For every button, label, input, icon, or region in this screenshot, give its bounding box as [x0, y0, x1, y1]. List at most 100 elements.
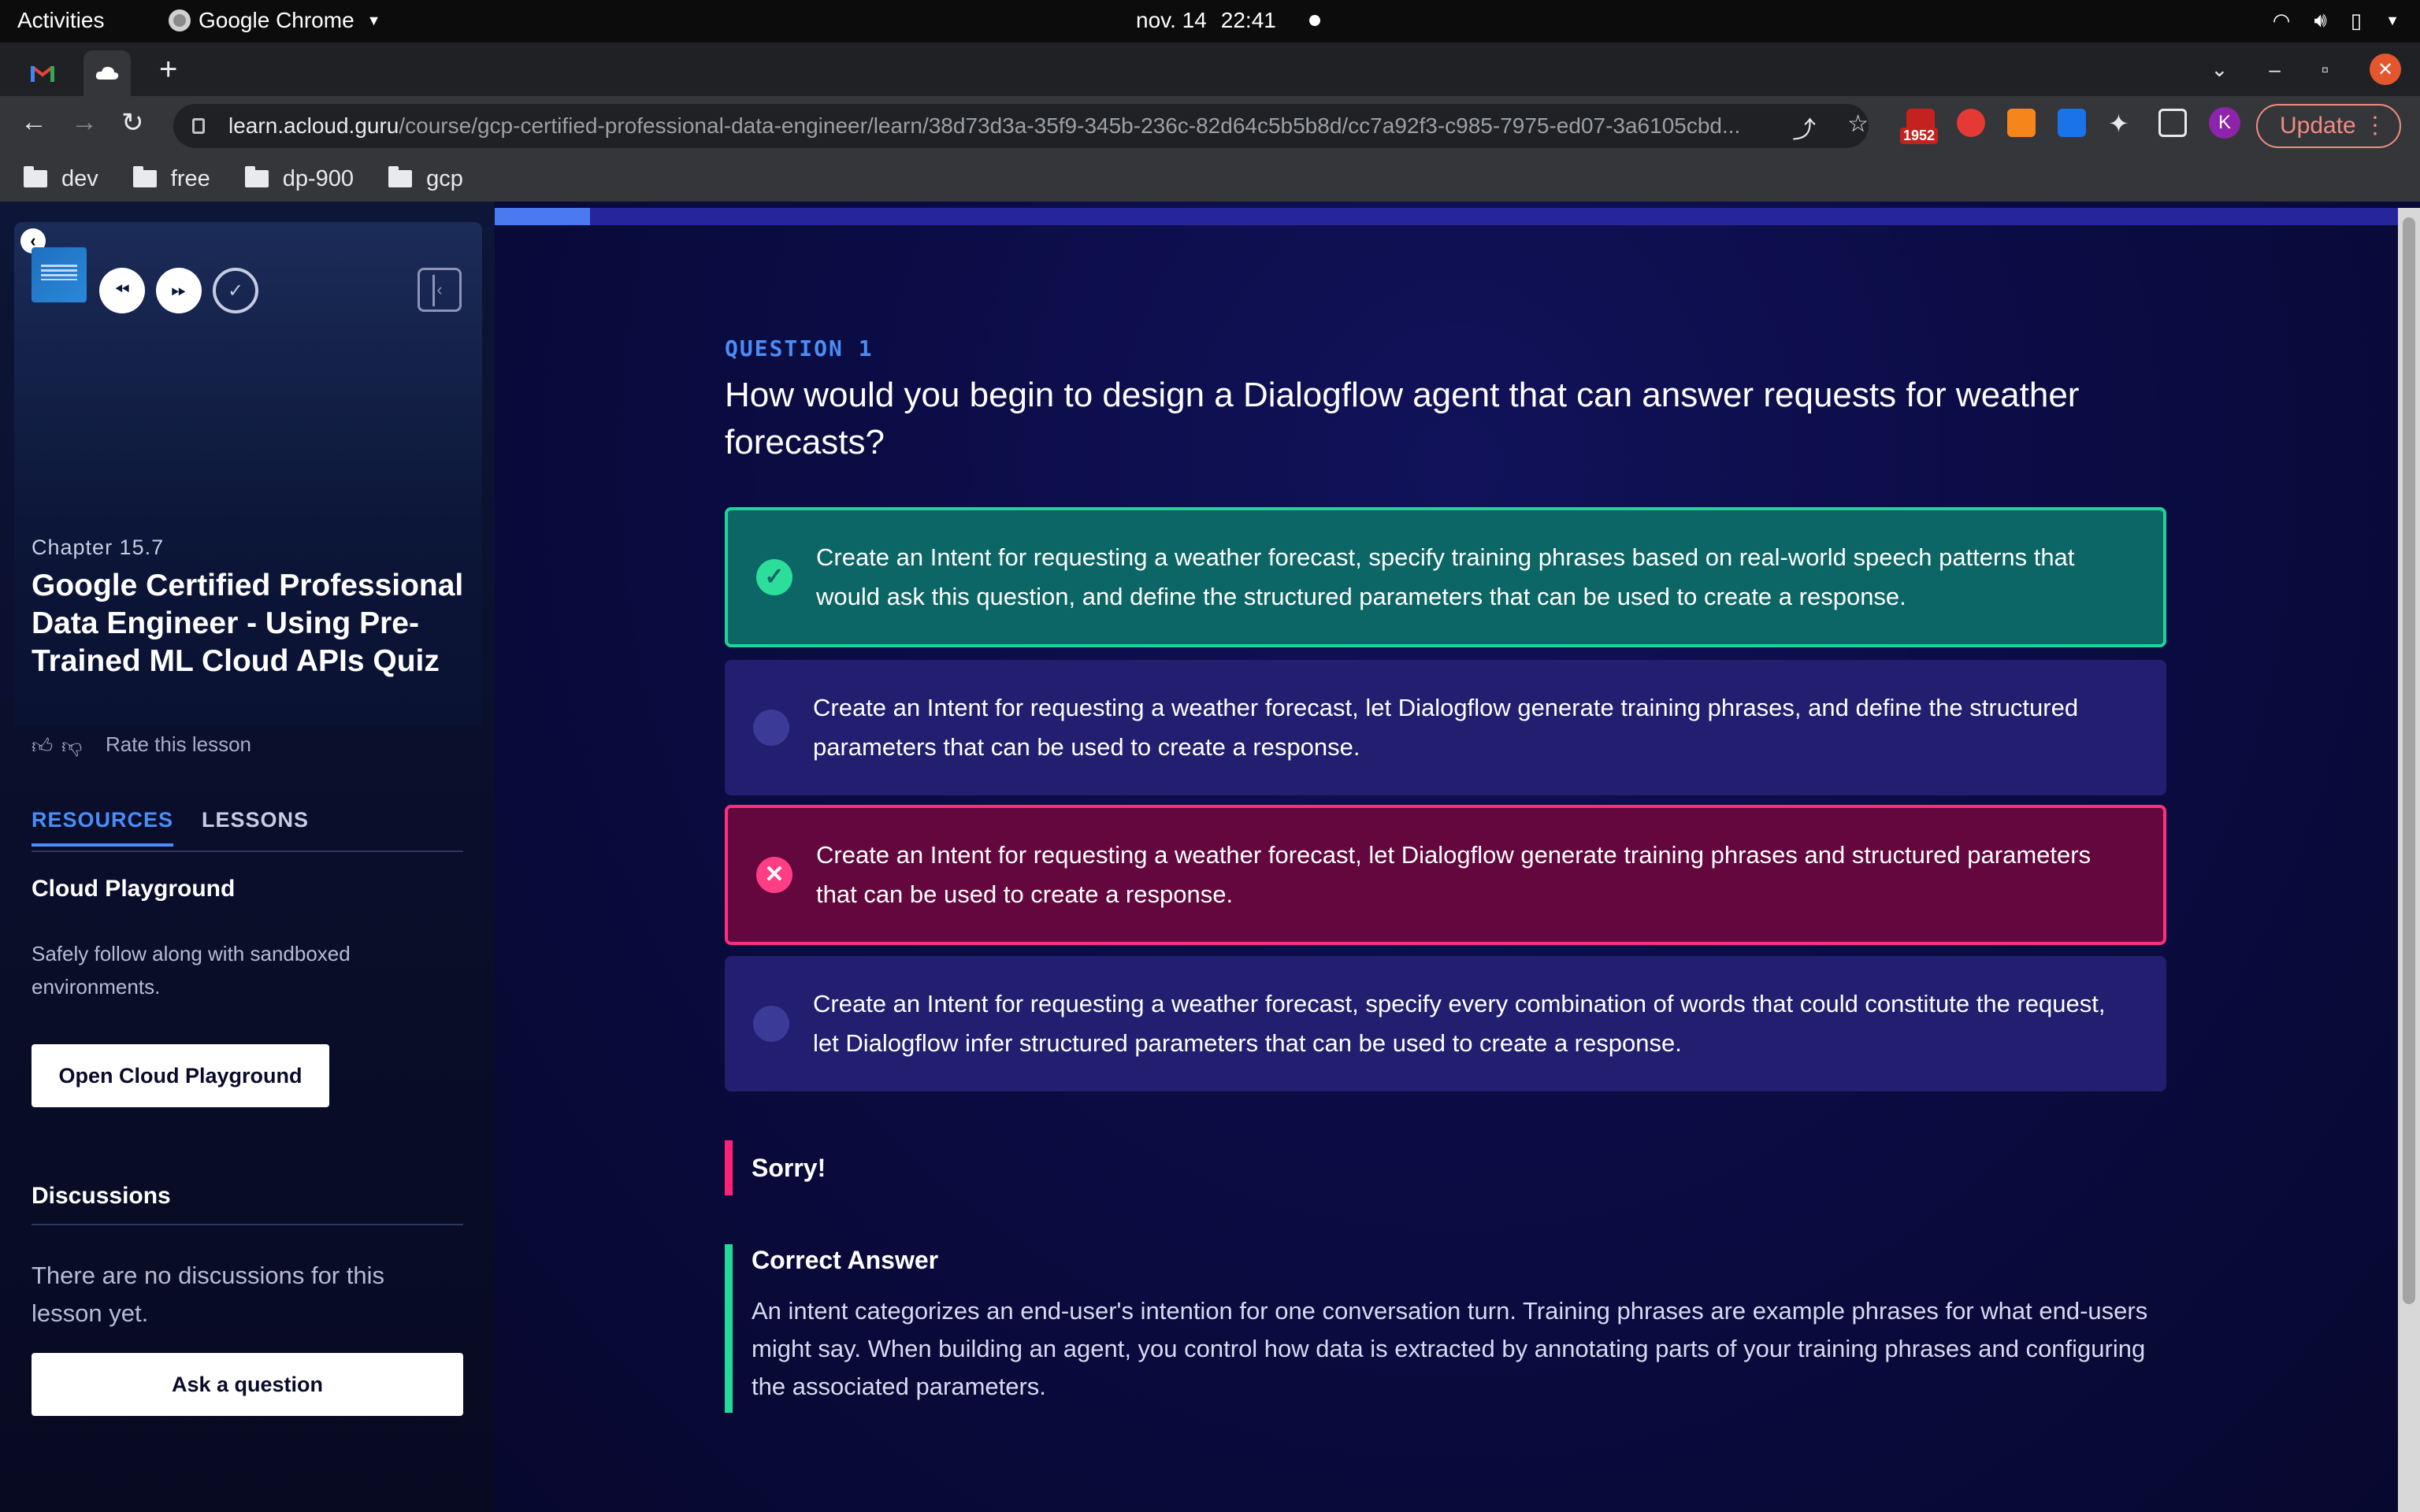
answer-option[interactable]: Create an Intent for requesting a weathe…: [725, 956, 2166, 1091]
cross-icon: ✕: [756, 857, 792, 893]
update-button[interactable]: Update ⋮: [2256, 104, 2401, 148]
activities-button[interactable]: Activities: [17, 8, 104, 33]
rate-lesson: 👍︎ 👎︎ Rate this lesson: [32, 732, 251, 758]
next-lesson-button[interactable]: ⏩︎: [156, 268, 202, 313]
answer-option-correct[interactable]: ✓ Create an Intent for requesting a weat…: [725, 507, 2166, 647]
lesson-sidebar: ‹ ⏪︎ ⏩︎ ✓ ‹ Chapter 15.7 Google Certifie…: [0, 202, 495, 1512]
clock-time: 22:41: [1220, 8, 1276, 32]
update-label: Update: [2280, 113, 2356, 139]
question-number: QUESTION 1: [725, 335, 874, 361]
restore-icon[interactable]: ▫: [2322, 57, 2329, 82]
lock-icon: [192, 118, 205, 134]
tab-resources[interactable]: RESOURCES: [32, 808, 174, 847]
puzzle-icon[interactable]: ✦: [2108, 109, 2136, 138]
gmail-checker-extension-icon[interactable]: 1952: [1900, 109, 1939, 144]
reload-icon[interactable]: ↻: [121, 107, 144, 139]
thumbs-down-icon[interactable]: 👎︎: [61, 734, 84, 758]
back-arrow-icon[interactable]: ←: [20, 107, 47, 138]
metamask-icon[interactable]: [2007, 109, 2036, 137]
gmail-icon: [31, 65, 54, 82]
answer-option[interactable]: Create an Intent for requesting a weathe…: [725, 660, 2166, 795]
system-top-bar: Activities Google Chrome ▼ nov. 14 22:41…: [0, 0, 2420, 43]
page-content: ‹ ⏪︎ ⏩︎ ✓ ‹ Chapter 15.7 Google Certifie…: [0, 202, 2420, 1512]
forward-arrow-icon[interactable]: →: [71, 107, 98, 138]
quiz-main: QUESTION 1 How would you begin to design…: [495, 202, 2420, 1512]
answer-text: Create an Intent for requesting a weathe…: [816, 841, 2092, 908]
result-message: Sorry!: [725, 1140, 826, 1195]
correct-answer-text: An intent categorizes an end-user's inte…: [752, 1297, 2148, 1400]
bookmark-folder-dp-900[interactable]: dp-900: [244, 165, 354, 192]
question-text: How would you begin to design a Dialogfl…: [725, 376, 2080, 461]
caret-down-icon: ▼: [2385, 12, 2400, 28]
bookmark-label: dp-900: [282, 165, 354, 191]
tab-search-icon[interactable]: ⌄: [2211, 57, 2229, 82]
cloud-playground-description: Safely follow along with sandboxed envir…: [32, 942, 351, 999]
close-window-button[interactable]: ✕: [2370, 54, 2401, 85]
side-panel-icon[interactable]: [2158, 109, 2187, 137]
lesson-title: Google Certified Professional Data Engin…: [32, 569, 464, 678]
clock[interactable]: nov. 14 22:41: [1136, 8, 1320, 33]
mark-complete-check-icon[interactable]: ✓: [213, 268, 258, 313]
sidebar-tabs: RESOURCES LESSONS: [32, 808, 463, 852]
extension-icon[interactable]: [2058, 109, 2086, 137]
bookmark-star-icon[interactable]: ☆: [1847, 110, 1869, 145]
cloud-playground-title: Cloud Playground: [32, 876, 236, 902]
tab-acloud-guru[interactable]: [84, 50, 131, 96]
quiz-progress-fill: [495, 208, 590, 225]
notification-dot-icon: [1308, 15, 1320, 26]
quiz-progress-bar: [495, 208, 2398, 225]
system-tray[interactable]: ◠ 🔊︎ ▯ ▼: [2273, 8, 2400, 33]
app-menu[interactable]: Google Chrome ▼: [169, 8, 380, 33]
menu-dots-icon: ⋮: [2363, 113, 2387, 139]
ask-question-button[interactable]: Ask a question: [32, 1353, 463, 1416]
correct-answer-explanation: Correct Answer An intent categorizes an …: [725, 1244, 2166, 1413]
scrollbar-thumb[interactable]: [2403, 217, 2415, 1304]
bookmark-folder-dev[interactable]: dev: [24, 166, 98, 192]
url-path: /course/gcp-certified-professional-data-…: [399, 113, 1741, 138]
tab-gmail[interactable]: [20, 50, 65, 96]
check-icon: ✓: [756, 559, 792, 595]
wifi-icon: ◠: [2272, 8, 2291, 32]
rate-lesson-label: Rate this lesson: [106, 732, 251, 756]
tab-lessons[interactable]: LESSONS: [202, 808, 309, 832]
bookmark-label: free: [170, 165, 210, 191]
chrome-icon: [169, 9, 191, 32]
extension-badge: 1952: [1900, 128, 1939, 144]
page-scrollbar[interactable]: [2398, 208, 2420, 1512]
radio-icon: [753, 710, 789, 746]
course-thumbnail: [32, 247, 87, 302]
answer-option-incorrect[interactable]: ✕ Create an Intent for requesting a weat…: [725, 805, 2166, 945]
clock-date: nov. 14: [1136, 8, 1207, 32]
previous-lesson-button[interactable]: ⏪︎: [99, 268, 145, 313]
bookmark-folder-gcp[interactable]: gcp: [388, 166, 463, 192]
collapse-sidebar-icon[interactable]: ‹: [418, 268, 462, 312]
url-host: learn.acloud.guru: [228, 113, 399, 138]
cloud-icon: [95, 66, 119, 80]
browser-toolbar: ← → ↻ learn.acloud.guru /course/gcp-cert…: [0, 96, 2420, 156]
folder-icon: [388, 166, 413, 187]
chapter-label: Chapter 15.7: [32, 536, 165, 559]
answer-text: Create an Intent for requesting a weathe…: [813, 694, 2079, 761]
bookmarks-bar: dev free dp-900 gcp: [0, 156, 2420, 202]
adblock-icon[interactable]: [1957, 109, 1985, 137]
bookmark-label: dev: [61, 165, 98, 191]
bookmark-label: gcp: [426, 165, 463, 191]
window-controls: ⌄ – ▫ ✕: [2211, 54, 2401, 85]
minimize-icon[interactable]: –: [2269, 57, 2280, 82]
tab-strip: + ⌄ – ▫ ✕: [0, 43, 2420, 96]
profile-avatar[interactable]: K: [2209, 107, 2240, 139]
battery-icon: ▯: [2350, 8, 2362, 32]
new-tab-button[interactable]: +: [159, 52, 177, 87]
radio-icon: [753, 1006, 789, 1042]
no-discussions-text: There are no discussions for this lesson…: [32, 1262, 384, 1327]
correct-answer-title: Correct Answer: [752, 1246, 939, 1274]
caret-down-icon: ▼: [366, 12, 381, 28]
thumbs-up-icon[interactable]: 👍︎: [32, 734, 54, 758]
bookmark-folder-free[interactable]: free: [132, 165, 210, 192]
open-cloud-playground-button[interactable]: Open Cloud Playground: [32, 1044, 329, 1107]
discussions-title: Discussions: [32, 1183, 463, 1225]
app-name: Google Chrome: [199, 8, 354, 32]
address-bar[interactable]: learn.acloud.guru /course/gcp-certified-…: [173, 104, 1869, 148]
share-icon[interactable]: ⤴: [1792, 110, 1816, 145]
folder-icon: [132, 166, 157, 187]
